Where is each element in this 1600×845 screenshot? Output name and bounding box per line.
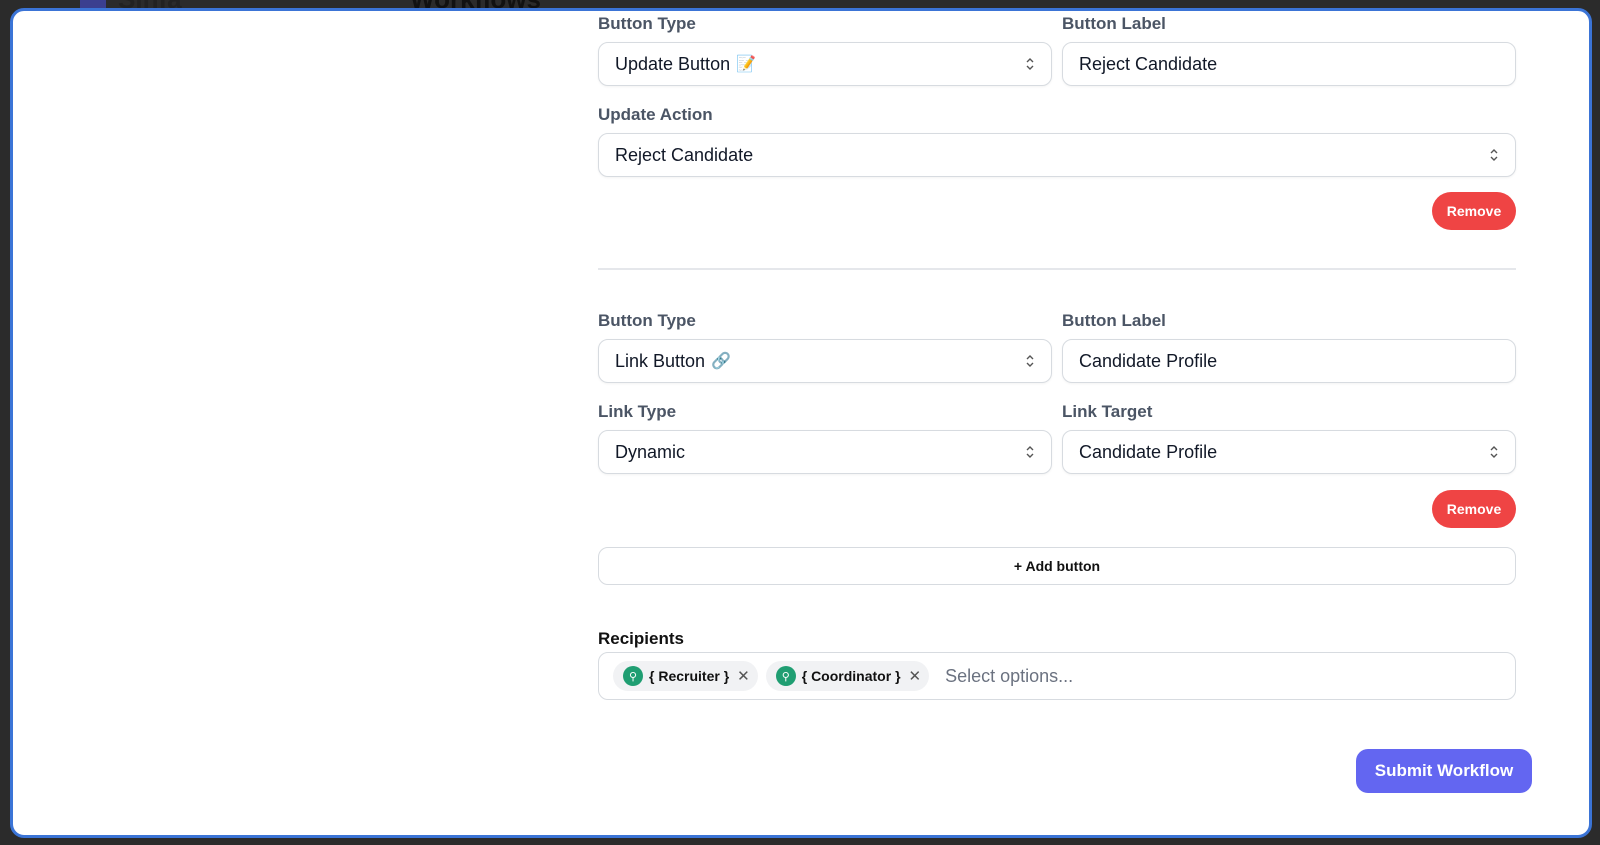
button-type-value: Update Button — [615, 53, 731, 74]
link-target-select[interactable]: Candidate Profile — [1062, 430, 1516, 474]
recipient-chip: ⚲ { Recruiter } ✕ — [613, 661, 758, 691]
link-icon: 🔗 — [711, 353, 731, 370]
button-label-label: Button Label — [1062, 14, 1166, 33]
role-icon: ⚲ — [623, 666, 643, 686]
link-target-label: Link Target — [1062, 402, 1153, 421]
role-icon: ⚲ — [775, 666, 796, 686]
update-action-label: Update Action — [598, 105, 713, 124]
chip-label: { Recruiter } — [649, 668, 730, 684]
recipients-placeholder[interactable]: Select options... — [945, 666, 1073, 687]
link-type-field: Link Type Dynamic — [598, 401, 1052, 474]
update-action-select[interactable]: Reject Candidate — [598, 133, 1516, 177]
link-type-label: Link Type — [598, 402, 677, 421]
recipient-chip: ⚲ { Coordinator } ✕ — [765, 661, 930, 691]
update-action-field: Update Action Reject Candidate — [598, 104, 1516, 177]
recipients-label: Recipients — [598, 629, 684, 648]
link-type-select[interactable]: Dynamic — [598, 430, 1052, 474]
button-type-select[interactable]: Update Button 📝 — [598, 42, 1052, 86]
button-label-value: Reject Candidate — [1079, 53, 1218, 74]
recipients-multiselect[interactable]: ⚲ { Recruiter } ✕ ⚲ { Coordinator } ✕ Se… — [598, 652, 1516, 700]
chevron-updown-icon — [1026, 355, 1034, 367]
button-label-field: Button Label Reject Candidate — [1062, 13, 1516, 86]
button-type-field: Button Type Link Button 🔗 — [598, 310, 1052, 383]
link-target-value: Candidate Profile — [1079, 441, 1218, 462]
submit-workflow-button[interactable]: Submit Workflow — [1356, 749, 1532, 793]
remove-button-2[interactable]: Remove — [1432, 490, 1516, 528]
button-label-input[interactable]: Reject Candidate — [1062, 42, 1516, 86]
button-type-value: Link Button — [615, 350, 706, 371]
button-type-field: Button Type Update Button 📝 — [598, 13, 1052, 86]
button-label-field: Button Label Candidate Profile — [1062, 310, 1516, 383]
memo-icon: 📝 — [736, 56, 757, 73]
remove-button-1[interactable]: Remove — [1432, 192, 1516, 230]
link-target-field: Link Target Candidate Profile — [1062, 401, 1516, 474]
button-label-input[interactable]: Candidate Profile — [1062, 339, 1516, 383]
button-label-label: Button Label — [1062, 311, 1166, 330]
button-type-label: Button Type — [598, 311, 696, 330]
button-config-1: Button Type Update Button 📝 Button Label… — [598, 13, 1516, 177]
chevron-updown-icon — [1026, 446, 1034, 458]
button-type-select[interactable]: Link Button 🔗 — [598, 339, 1052, 383]
add-button[interactable]: + Add button — [598, 547, 1516, 585]
update-action-value: Reject Candidate — [615, 144, 754, 165]
close-icon[interactable]: ✕ — [737, 667, 750, 685]
button-label-value: Candidate Profile — [1079, 350, 1218, 371]
link-type-value: Dynamic — [615, 441, 686, 462]
chevron-updown-icon — [1490, 446, 1498, 458]
workflow-modal: Button Type Update Button 📝 Button Label… — [10, 8, 1592, 838]
chevron-updown-icon — [1026, 58, 1034, 70]
close-icon[interactable]: ✕ — [909, 667, 922, 685]
chip-label: { Coordinator } — [801, 668, 901, 684]
chevron-updown-icon — [1490, 149, 1498, 161]
section-divider — [598, 268, 1516, 270]
button-type-label: Button Type — [598, 14, 696, 33]
button-config-2: Button Type Link Button 🔗 Button Label C… — [598, 310, 1516, 474]
